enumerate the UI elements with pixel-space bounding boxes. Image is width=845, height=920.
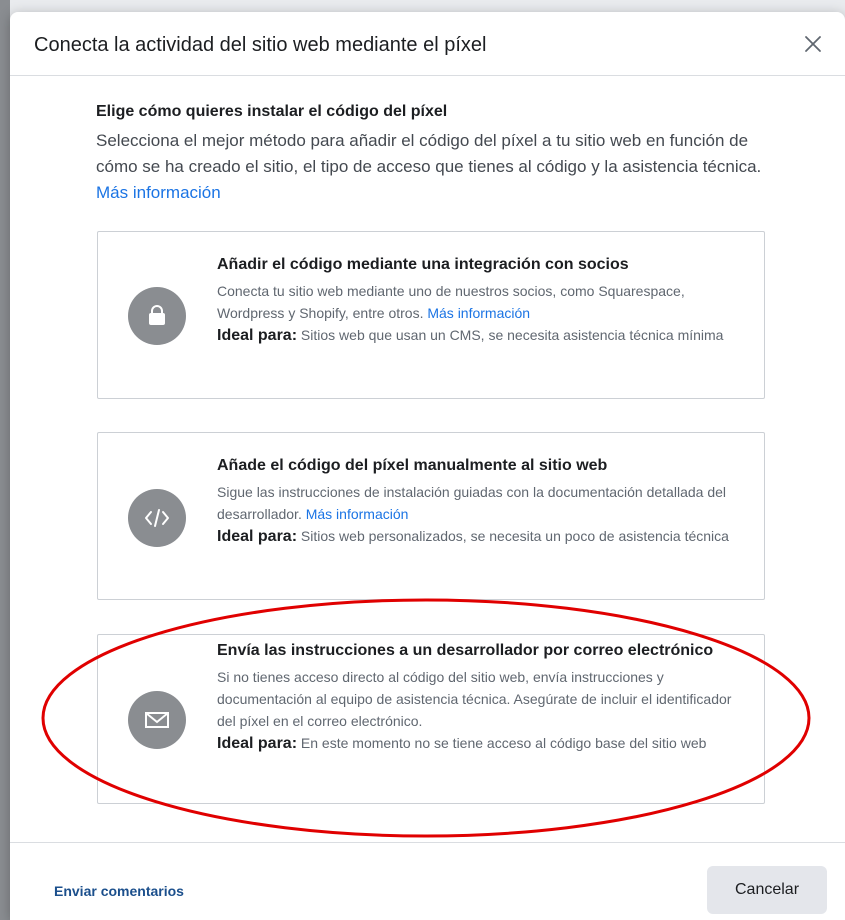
close-icon: [805, 36, 821, 52]
dialog-title: Conecta la actividad del sitio web media…: [34, 34, 487, 56]
option-manual-install[interactable]: Añade el código del píxel manualmente al…: [97, 432, 765, 600]
option-email-developer[interactable]: Envía las instrucciones a un desarrollad…: [97, 634, 765, 804]
pixel-install-dialog: Conecta la actividad del sitio web media…: [10, 12, 845, 920]
option-partner-integration[interactable]: Añadir el código mediante una integració…: [97, 231, 765, 399]
option-description: Sigue las instrucciones de instalación g…: [217, 484, 726, 522]
send-feedback-link[interactable]: Enviar comentarios: [54, 883, 184, 899]
option-body: Sigue las instrucciones de instalación g…: [217, 481, 744, 548]
envelope-icon: [145, 712, 169, 728]
option-more-info-link[interactable]: Más información: [427, 305, 530, 321]
ideal-for-label: Ideal para:: [217, 735, 298, 752]
intro-section: Elige cómo quieres instalar el código de…: [96, 100, 776, 206]
option-title: Envía las instrucciones a un desarrollad…: [217, 642, 714, 659]
ideal-for-text: Sitios web que usan un CMS, se necesita …: [300, 327, 724, 343]
option-text: Añade el código del píxel manualmente al…: [217, 455, 744, 548]
option-body: Conecta tu sitio web mediante uno de nue…: [217, 280, 744, 347]
dialog-header: Conecta la actividad del sitio web media…: [10, 12, 845, 76]
close-button[interactable]: [799, 30, 827, 58]
intro-heading: Elige cómo quieres instalar el código de…: [96, 103, 448, 120]
option-more-info-link[interactable]: Más información: [306, 506, 409, 522]
option-body: Si no tienes acceso directo al código de…: [217, 666, 744, 755]
code-icon: [145, 509, 169, 527]
intro-more-info-link[interactable]: Más información: [96, 183, 221, 202]
dialog-footer: Enviar comentarios Cancelar: [10, 842, 845, 920]
option-icon-circle: [128, 691, 186, 749]
ideal-for-label: Ideal para:: [217, 528, 298, 545]
ideal-for-text: Sitios web personalizados, se necesita u…: [300, 528, 729, 544]
option-icon-circle: [128, 287, 186, 345]
cancel-button[interactable]: Cancelar: [707, 866, 827, 914]
option-text: Añadir el código mediante una integració…: [217, 254, 744, 347]
option-title: Añade el código del píxel manualmente al…: [217, 457, 608, 474]
shopping-bag-icon: [149, 305, 165, 325]
page-backdrop: [0, 0, 10, 920]
option-description: Si no tienes acceso directo al código de…: [217, 669, 732, 729]
option-text: Envía las instrucciones a un desarrollad…: [217, 640, 744, 755]
intro-body: Selecciona el mejor método para añadir e…: [96, 128, 776, 206]
ideal-for-label: Ideal para:: [217, 327, 298, 344]
intro-body-text: Selecciona el mejor método para añadir e…: [96, 131, 762, 176]
option-title: Añadir el código mediante una integració…: [217, 256, 629, 273]
ideal-for-text: En este momento no se tiene acceso al có…: [300, 735, 707, 751]
option-icon-circle: [128, 489, 186, 547]
